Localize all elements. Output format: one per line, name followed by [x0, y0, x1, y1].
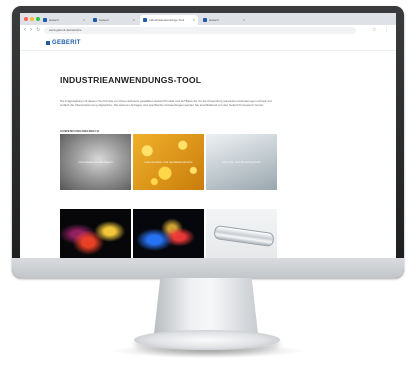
application-tile[interactable]: Lebensmittel- und Getränkeindustrie — [133, 134, 204, 190]
browser-tab[interactable]: Geberit × — [90, 15, 138, 25]
tile-label: Chemikalienbeständigkeit — [78, 160, 113, 164]
application-tile[interactable] — [206, 209, 277, 265]
tab-label: Geberit — [99, 18, 109, 22]
intro-text: Die Fragestellung mit diesem Tool für da… — [60, 99, 272, 108]
application-tile[interactable] — [133, 209, 204, 265]
geberit-logo[interactable]: GEBERIT — [52, 39, 81, 47]
browser-tab[interactable]: Geberit × — [40, 15, 88, 25]
minimize-window-dot[interactable] — [30, 17, 34, 21]
favicon-icon — [43, 18, 47, 22]
browser-tab-bar: Geberit × Geberit × Industrieanwendungs-… — [20, 13, 396, 25]
back-icon[interactable]: ‹ — [24, 26, 26, 35]
application-tile[interactable]: Chemikalienbeständigkeit — [60, 134, 131, 190]
favicon-icon — [203, 18, 207, 22]
tab-label: Industrieanwendungs-Tool — [149, 18, 185, 22]
favicon-icon — [143, 18, 147, 22]
application-tile[interactable]: Pharma- und Medizintechnik — [206, 134, 277, 190]
geberit-logo-mark — [46, 41, 50, 45]
tab-label: Geberit — [209, 18, 219, 22]
star-icon[interactable]: ☆ — [372, 26, 376, 35]
page-title: INDUSTRIEANWENDUNGS-TOOL — [60, 75, 202, 85]
tab-close-icon[interactable]: × — [133, 15, 135, 25]
browser-tab[interactable]: Geberit × — [200, 15, 248, 25]
tile-label: Pharma- und Medizintechnik — [222, 160, 261, 164]
monitor-stand-neck — [154, 278, 258, 334]
application-tile[interactable] — [60, 209, 131, 265]
monitor-screen: Geberit × Geberit × Industrieanwendungs-… — [20, 13, 396, 265]
url-text: www.geberit.de/industrie — [49, 28, 82, 32]
tab-close-icon[interactable]: × — [83, 15, 85, 25]
favicon-icon — [93, 18, 97, 22]
site-header: GEBERIT — [20, 36, 396, 51]
monitor-bezel: Geberit × Geberit × Industrieanwendungs-… — [12, 6, 404, 278]
tab-close-icon[interactable]: × — [243, 15, 245, 25]
forward-icon[interactable]: › — [30, 26, 32, 35]
tile-label: Lebensmittel- und Getränkeindustrie — [144, 160, 193, 164]
close-window-dot[interactable] — [24, 17, 28, 21]
tab-label: Geberit — [49, 18, 59, 22]
address-bar[interactable]: www.geberit.de/industrie — [44, 27, 356, 34]
tab-close-icon[interactable]: × — [193, 15, 195, 25]
pipe-image — [213, 224, 275, 248]
section-label: ANWENDUNGSBEREICH — [60, 129, 100, 133]
monitor-chin — [12, 258, 404, 278]
monitor-stand-base — [134, 330, 280, 350]
reload-icon[interactable]: ↻ — [36, 26, 40, 35]
menu-icon[interactable]: ⋮ — [384, 26, 389, 35]
browser-tab-active[interactable]: Industrieanwendungs-Tool × — [140, 15, 198, 25]
window-controls — [24, 17, 40, 21]
